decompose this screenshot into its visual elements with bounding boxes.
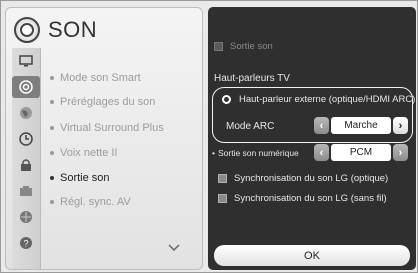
checkbox-label: Synchronisation du son LG (optique) xyxy=(234,173,389,184)
radio-button[interactable] xyxy=(222,95,231,104)
settings-menu-panel: SON ? Mode son Smart Préréglages du son … xyxy=(5,7,203,270)
ok-button[interactable]: OK xyxy=(214,245,410,266)
digital-output-value: PCM xyxy=(331,144,391,161)
bullet-icon xyxy=(50,100,54,104)
option-icon[interactable] xyxy=(12,180,40,202)
bullet-icon xyxy=(50,151,54,155)
chevron-left-icon[interactable]: ‹ xyxy=(314,144,329,161)
menu-item-label: Régl. sync. AV xyxy=(60,196,131,208)
bullet-icon xyxy=(50,176,54,180)
chevron-right-icon[interactable]: › xyxy=(393,144,408,161)
network-icon[interactable] xyxy=(12,206,40,228)
menu-item-av-sync[interactable]: Régl. sync. AV xyxy=(50,193,131,211)
digital-output-row: • Sortie son numérique xyxy=(212,148,299,158)
lg-sync-wireless-row[interactable]: Synchronisation du son LG (sans fil) xyxy=(218,193,387,204)
menu-item-sortie-son[interactable]: Sortie son xyxy=(50,169,110,187)
tv-icon[interactable] xyxy=(12,50,40,72)
menu-item-voix-nette[interactable]: Voix nette II xyxy=(50,144,117,162)
section-heading: Haut-parleurs TV xyxy=(214,73,290,84)
menu-item-label: Mode son Smart xyxy=(60,72,141,84)
menu-item-label: Préréglages du son xyxy=(60,96,156,108)
category-icon-column: ? xyxy=(12,48,41,269)
chevron-right-icon[interactable]: › xyxy=(393,117,408,134)
bullet-icon xyxy=(50,76,54,80)
chevron-left-icon[interactable]: ‹ xyxy=(314,117,329,134)
external-speaker-radio-row[interactable]: Haut-parleur externe (optique/HDMI ARC) xyxy=(222,94,415,105)
menu-item-label: Sortie son xyxy=(60,172,110,184)
menu-item-label: Virtual Surround Plus xyxy=(60,122,164,134)
menu-item-virtual-surround[interactable]: Virtual Surround Plus xyxy=(50,119,164,137)
screen: SON ? Mode son Smart Préréglages du son … xyxy=(0,0,418,273)
arc-mode-stepper[interactable]: ‹ Marche › xyxy=(314,117,408,134)
clock-icon[interactable] xyxy=(12,128,40,150)
sound-output-panel: Sortie son Haut-parleurs TV Haut-parleur… xyxy=(208,7,416,270)
arc-mode-value: Marche xyxy=(331,117,391,134)
checkbox-label: Synchronisation du son LG (sans fil) xyxy=(234,193,387,204)
svg-text:?: ? xyxy=(23,239,28,249)
checkbox[interactable] xyxy=(218,194,227,203)
chevron-down-icon[interactable] xyxy=(168,244,180,252)
menu-item-label: Voix nette II xyxy=(60,147,118,159)
bullet-icon: • xyxy=(212,148,215,158)
lock-icon[interactable] xyxy=(12,154,40,176)
checkbox-label: Sortie son xyxy=(230,41,273,52)
lg-sync-optical-row[interactable]: Synchronisation du son LG (optique) xyxy=(218,173,388,184)
sound-icon xyxy=(14,17,40,43)
menu-item-mode-son-smart[interactable]: Mode son Smart xyxy=(50,69,141,87)
page-title: SON xyxy=(48,17,98,42)
radio-label: Haut-parleur externe (optique/HDMI ARC) xyxy=(239,94,416,105)
digital-output-label: Sortie son numérique xyxy=(217,148,299,158)
bullet-icon xyxy=(50,126,54,130)
support-icon[interactable]: ? xyxy=(12,232,40,254)
checkbox[interactable] xyxy=(218,174,227,183)
menu-header: SON xyxy=(14,14,97,46)
checkbox[interactable] xyxy=(214,42,223,51)
sortie-son-checkbox-row[interactable]: Sortie son xyxy=(214,41,273,52)
sound-icon[interactable] xyxy=(12,76,40,98)
menu-item-presets[interactable]: Préréglages du son xyxy=(50,93,155,111)
bullet-icon xyxy=(50,200,54,204)
globe-icon[interactable] xyxy=(12,102,40,124)
arc-mode-label: Mode ARC xyxy=(226,121,275,132)
digital-output-stepper[interactable]: ‹ PCM › xyxy=(314,144,408,161)
